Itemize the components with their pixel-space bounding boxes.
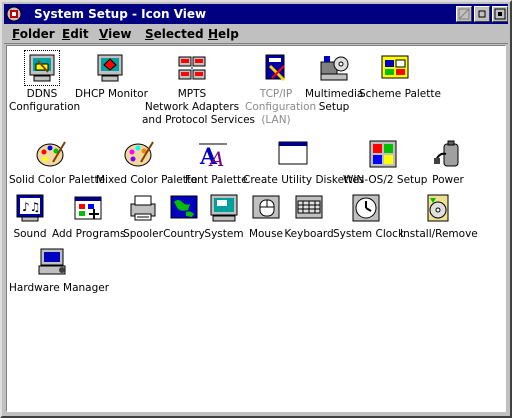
system-icon [210, 194, 238, 222]
icon-country[interactable]: Country [161, 192, 207, 241]
icon-mixed-color-palette[interactable]: Mixed Color Palette [96, 138, 198, 187]
solid-color-palette-icon [36, 141, 66, 167]
icon-label: Power [432, 174, 464, 186]
system-setup-window: System Setup - Icon View Folder Edit Vie… [0, 0, 512, 418]
icon-label: DHCP Monitor [75, 88, 148, 100]
icon-label: System [204, 228, 244, 240]
country-icon [170, 195, 198, 219]
scheme-palette-icon [381, 55, 409, 79]
dhcp-monitor-icon [97, 54, 123, 82]
icon-add-programs[interactable]: Add Programs [52, 192, 126, 241]
icon-label: Sound [13, 228, 47, 240]
svg-text:♪♫: ♪♫ [22, 200, 40, 214]
icon-label: Spooler [123, 228, 163, 240]
icon-label: Add Programs [52, 228, 126, 240]
mixed-color-palette-icon [124, 141, 154, 167]
icon-system[interactable]: System [203, 192, 245, 241]
maximize-icon [478, 10, 486, 18]
minimize-button[interactable] [456, 6, 472, 22]
system-menu-icon[interactable] [6, 6, 22, 22]
icon-label: Install/Remove [400, 228, 478, 240]
icon-label: TCP/IP Configuration (LAN) [245, 88, 317, 126]
icon-label: Create Utility Diskettes [243, 174, 365, 186]
icon-label: Keyboard [284, 228, 334, 240]
icon-system-clock[interactable]: System Clock [333, 192, 405, 241]
icon-ddns-configuration[interactable]: DDNS Configuration [9, 50, 81, 114]
ddns-icon [24, 50, 60, 86]
icon-win-os2-setup[interactable]: WIN-OS/2 Setup [343, 138, 428, 187]
icon-mpts[interactable]: MPTS Network Adapters and Protocol Service… [142, 52, 256, 127]
window-title: System Setup - Icon View [34, 7, 207, 21]
icon-tcpip-configuration[interactable]: TCP/IP Configuration (LAN) [245, 52, 317, 127]
icon-solid-color-palette[interactable]: Solid Color Palette [9, 138, 106, 187]
menu-selected[interactable]: Selected [145, 26, 204, 42]
font-palette-icon: A A [199, 143, 227, 170]
diskettes-icon [278, 141, 308, 165]
icon-label: MPTS Network Adapters and Protocol Service… [142, 88, 256, 126]
icon-label: Solid Color Palette [9, 174, 106, 186]
menu-bar: Folder Edit View Selected Help [4, 24, 508, 44]
multimedia-icon [320, 56, 349, 81]
clock-icon [352, 194, 380, 222]
icon-scheme-palette[interactable]: Scheme Palette [359, 52, 441, 101]
sound-icon: ♪♫ [16, 194, 44, 222]
mouse-icon [252, 195, 280, 219]
title-bar[interactable]: System Setup - Icon View [4, 4, 508, 24]
menu-view[interactable]: View [99, 26, 131, 42]
icon-dhcp-monitor[interactable]: DHCP Monitor [75, 52, 148, 101]
icon-power[interactable]: Power [427, 138, 469, 187]
icon-view-area[interactable]: DDNS Configuration DHCP Monitor MPTS Net… [6, 45, 506, 412]
icon-label: Font Palette [185, 174, 248, 186]
icon-spooler[interactable]: Spooler [121, 192, 165, 241]
minimize-icon [458, 8, 470, 20]
power-icon [434, 140, 459, 167]
keyboard-icon [295, 195, 323, 219]
icon-hardware-manager[interactable]: Hardware Manager [9, 246, 110, 295]
svg-text:A: A [208, 147, 224, 170]
maximize-button[interactable] [474, 6, 490, 22]
icon-label: DDNS Configuration [9, 88, 81, 113]
icon-label: Mouse [248, 228, 284, 240]
icon-label: WIN-OS/2 Setup [343, 174, 428, 186]
icon-font-palette[interactable]: A A Font Palette [185, 138, 248, 187]
icon-label: Multimedia Setup [305, 88, 364, 113]
icon-keyboard[interactable]: Keyboard [283, 192, 335, 241]
menu-edit[interactable]: Edit [62, 26, 89, 42]
icon-sound[interactable]: ♪♫ Sound [9, 192, 51, 241]
hardware-manager-icon [38, 248, 66, 275]
icon-label: Mixed Color Palette [96, 174, 198, 186]
icon-label: System Clock [333, 228, 405, 240]
restore-button[interactable] [492, 6, 508, 22]
icon-install-remove[interactable]: Install/Remove [400, 192, 478, 241]
spooler-icon [130, 195, 156, 221]
tcpip-icon [265, 54, 286, 82]
icon-multimedia-setup[interactable]: Multimedia Setup [305, 52, 363, 114]
icon-mouse[interactable]: Mouse [245, 192, 287, 241]
icon-label: Hardware Manager [9, 282, 110, 294]
icon-label: Country [163, 228, 205, 240]
menu-help[interactable]: Help [208, 26, 239, 42]
restore-icon [494, 8, 506, 20]
mpts-icon [178, 56, 206, 80]
icon-label: Scheme Palette [359, 88, 441, 100]
win-os2-icon [369, 140, 397, 168]
add-programs-icon [74, 196, 102, 220]
install-remove-icon [427, 194, 449, 222]
icon-create-utility-diskettes[interactable]: Create Utility Diskettes [243, 138, 365, 187]
menu-folder[interactable]: Folder [12, 26, 55, 42]
